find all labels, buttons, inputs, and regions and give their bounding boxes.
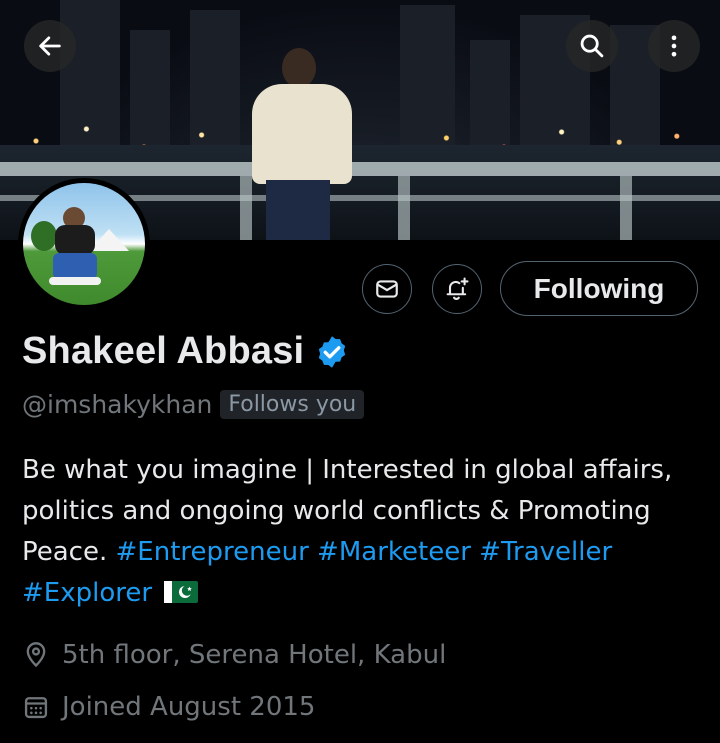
user-handle: @imshakykhan: [22, 390, 213, 419]
back-button[interactable]: [24, 20, 76, 72]
location-pin-icon: [26, 642, 46, 668]
search-button[interactable]: [566, 20, 618, 72]
avatar-tent: [89, 229, 129, 251]
more-options-button[interactable]: [648, 20, 700, 72]
joined-row: Joined August 2015: [22, 692, 315, 722]
bell-plus-icon: [446, 277, 469, 300]
avatar-person-shoes: [49, 277, 101, 285]
banner-person-head: [282, 48, 316, 88]
avatar-person-body: [55, 225, 95, 255]
profile-avatar[interactable]: [18, 178, 150, 310]
avatar-tree: [31, 221, 57, 251]
envelope-icon: [376, 280, 398, 298]
banner-person: [252, 48, 352, 240]
hashtag-link[interactable]: #Explorer: [22, 578, 152, 608]
avatar-image: [23, 183, 145, 305]
handle-row: @imshakykhan Follows you: [22, 390, 365, 419]
banner-person-pants: [266, 180, 330, 240]
following-button[interactable]: Following: [500, 261, 698, 316]
banner-person-shirt: [252, 84, 352, 184]
hashtag-link[interactable]: #Entrepreneur: [116, 537, 309, 567]
location-row: 5th floor, Serena Hotel, Kabul: [22, 640, 446, 670]
banner-railing-post: [398, 176, 410, 240]
verified-badge-icon[interactable]: [314, 334, 350, 370]
banner-railing-post: [240, 176, 252, 240]
more-vertical-icon: [671, 35, 677, 57]
joined-date: Joined August 2015: [62, 692, 316, 722]
hashtag-link[interactable]: #Traveller: [479, 537, 612, 567]
notifications-button[interactable]: [432, 264, 482, 314]
search-icon: [580, 34, 604, 58]
calendar-icon: [24, 697, 48, 719]
name-row: Shakeel Abbasi: [22, 330, 350, 373]
display-name: Shakeel Abbasi: [22, 330, 305, 372]
follows-you-badge: Follows you: [220, 390, 365, 419]
banner-railing: [0, 162, 720, 176]
arrow-left-icon: [39, 36, 61, 56]
location-text: 5th floor, Serena Hotel, Kabul: [62, 640, 447, 670]
pakistan-flag-icon: [164, 581, 199, 603]
avatar-person-legs: [53, 253, 97, 279]
message-button[interactable]: [362, 264, 412, 314]
profile-bio: Be what you imagine | Interested in glob…: [22, 450, 702, 614]
hashtag-link[interactable]: #Marketeer: [317, 537, 471, 567]
banner-railing-post: [620, 176, 632, 240]
